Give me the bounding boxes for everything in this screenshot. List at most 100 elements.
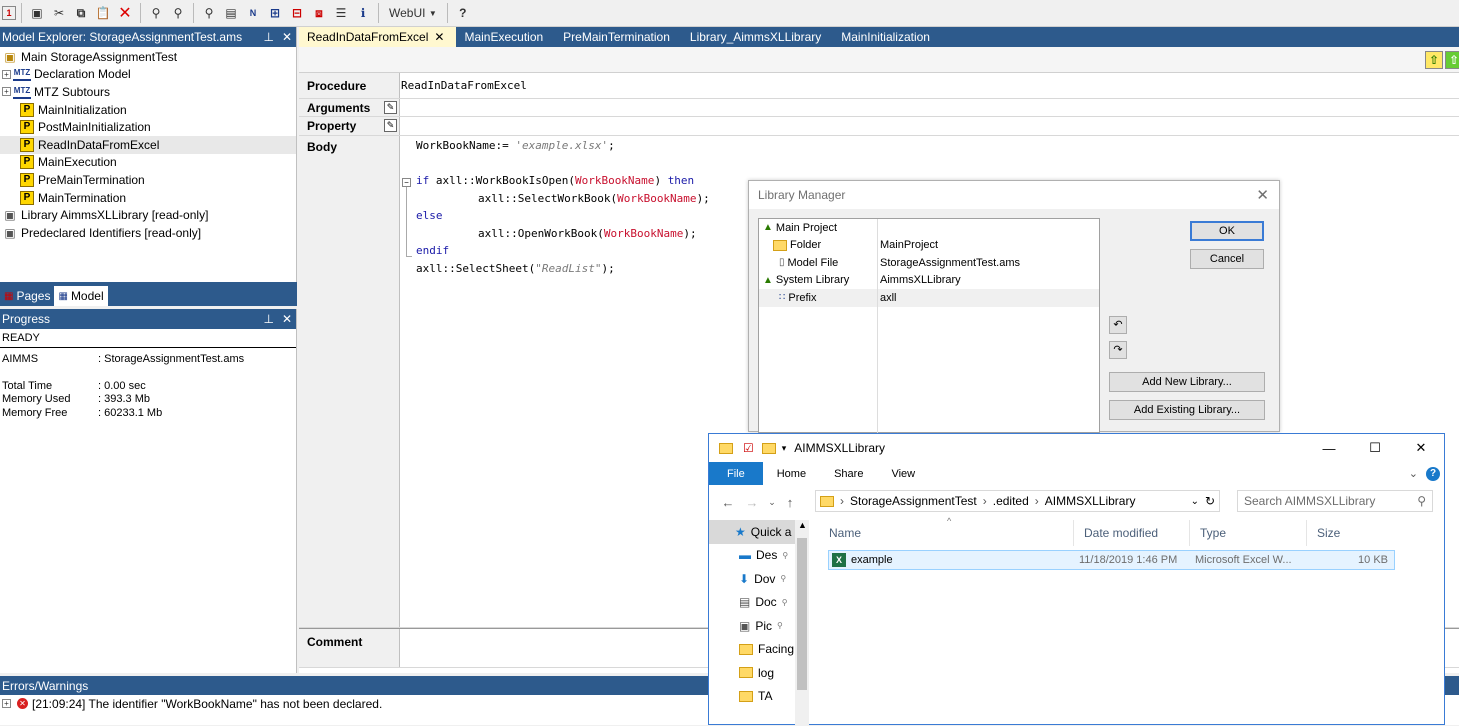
- nav-item[interactable]: TA: [709, 685, 809, 709]
- recent-icon[interactable]: ⌄: [763, 497, 781, 508]
- pin-icon[interactable]: ⊥: [263, 30, 273, 44]
- nav-item[interactable]: ▤ Doc ⚲: [709, 591, 809, 615]
- find-icon[interactable]: ⚲: [146, 3, 166, 23]
- redo-icon[interactable]: ↷: [1109, 341, 1127, 359]
- tree-item[interactable]: P ReadInDataFromExcel: [0, 135, 296, 154]
- undo-icon[interactable]: ↶: [1109, 316, 1127, 334]
- binoculars-icon[interactable]: ⚲: [199, 3, 219, 23]
- copy-icon[interactable]: ⧉: [71, 3, 91, 23]
- back-icon[interactable]: ←: [719, 495, 737, 510]
- close-tab-icon[interactable]: ✕: [434, 30, 444, 44]
- expand-icon[interactable]: +: [2, 69, 11, 79]
- nav-item[interactable]: ▣ Pic ⚲: [709, 614, 809, 638]
- cut-icon[interactable]: ✂: [49, 3, 69, 23]
- qat-dropdown-icon[interactable]: ▾: [782, 443, 787, 454]
- tree-item[interactable]: P PreMainTermination: [0, 171, 296, 189]
- find-next-icon[interactable]: ⚲: [168, 3, 188, 23]
- pin-icon[interactable]: ⚲: [782, 598, 788, 607]
- library-tree-row[interactable]: ∷ Prefix axll: [759, 289, 1099, 307]
- minimize-icon[interactable]: —: [1306, 434, 1352, 462]
- library-tree-row[interactable]: ▲ System Library AimmsXLLibrary: [759, 271, 1099, 289]
- nav-item[interactable]: log: [709, 661, 809, 685]
- library-tree[interactable]: ▲ Main Project Folder MainProject ▯ Model Fil…: [758, 218, 1100, 434]
- tree-item[interactable]: P PostMainInitialization: [0, 118, 296, 136]
- close-icon[interactable]: ✕: [1398, 434, 1444, 462]
- webui-dropdown[interactable]: WebUI ▼: [384, 3, 442, 23]
- expand-ribbon-icon[interactable]: ⌄: [1409, 467, 1418, 480]
- new-folder-icon[interactable]: [761, 442, 776, 454]
- collapse-icon[interactable]: −: [402, 178, 411, 187]
- edit-property-icon[interactable]: ✎: [384, 119, 397, 132]
- nav-item[interactable]: ★ Quick a: [709, 520, 809, 544]
- help-icon[interactable]: ?: [1426, 466, 1440, 481]
- file-row[interactable]: X example 11/18/2019 1:46 PM Microsoft E…: [828, 550, 1395, 570]
- tree-item[interactable]: P MainInitialization: [0, 101, 296, 119]
- breadcrumb-item[interactable]: AIMMSXLLibrary: [1045, 494, 1136, 508]
- tab-share[interactable]: Share: [820, 462, 877, 485]
- address-bar[interactable]: › StorageAssignmentTest › .edited › AIMM…: [815, 490, 1220, 512]
- pin-icon[interactable]: ⚲: [780, 574, 786, 583]
- pin-icon[interactable]: ⚲: [782, 551, 788, 560]
- tree-item[interactable]: ▣ Main StorageAssignmentTest: [0, 48, 296, 66]
- nav-item[interactable]: ⬇ Dov ⚲: [709, 567, 809, 591]
- column-type[interactable]: Type: [1190, 520, 1307, 546]
- library-tree-row[interactable]: ▲ Main Project: [759, 219, 1099, 237]
- tab-view[interactable]: View: [877, 462, 929, 485]
- nav-scrollbar[interactable]: ▲: [795, 520, 809, 726]
- editor-tab[interactable]: MainInitialization: [833, 27, 942, 47]
- tab-model[interactable]: ▦ Model: [54, 286, 108, 306]
- editor-tab[interactable]: Library_AimmsXLLibrary: [682, 27, 833, 47]
- up-icon[interactable]: ↑: [781, 495, 799, 510]
- tab-home[interactable]: Home: [763, 462, 820, 485]
- identifier-icon[interactable]: N: [243, 3, 263, 23]
- tab-pages[interactable]: ▦ Pages: [0, 286, 54, 306]
- info-icon[interactable]: ℹ: [353, 3, 373, 23]
- help-icon[interactable]: ?: [453, 3, 473, 23]
- delete-icon[interactable]: ✕: [115, 3, 135, 23]
- window-icon[interactable]: ⧈: [309, 3, 329, 23]
- pin-icon[interactable]: ⊥: [263, 312, 273, 326]
- pin-icon[interactable]: ⚲: [777, 621, 783, 630]
- wizard-icon[interactable]: ⊟: [287, 3, 307, 23]
- expand-icon[interactable]: +: [2, 87, 11, 97]
- close-icon[interactable]: ✕: [282, 312, 292, 326]
- breadcrumb-item[interactable]: StorageAssignmentTest: [850, 494, 977, 508]
- close-icon[interactable]: ✕: [282, 30, 292, 44]
- search-input[interactable]: Search AIMMSXLLibrary ⚲: [1237, 490, 1433, 512]
- editor-tab[interactable]: MainExecution: [456, 27, 555, 47]
- ok-button[interactable]: OK: [1190, 221, 1264, 241]
- column-size[interactable]: Size: [1307, 520, 1387, 546]
- tab-file[interactable]: File: [709, 462, 763, 485]
- tree-item[interactable]: ▣ Library AimmsXLLibrary [read-only]: [0, 206, 296, 224]
- library-tree-row[interactable]: ▯ Model File StorageAssignmentTest.ams: [759, 254, 1099, 272]
- nav-item[interactable]: ▬ Des ⚲: [709, 544, 809, 568]
- column-date-modified[interactable]: Date modified: [1074, 520, 1190, 546]
- settings-icon[interactable]: ☰: [331, 3, 351, 23]
- forward-icon[interactable]: →: [743, 495, 761, 510]
- properties-icon[interactable]: ▤: [221, 3, 241, 23]
- scroll-thumb[interactable]: [797, 538, 807, 690]
- edit-arguments-icon[interactable]: ✎: [384, 101, 397, 114]
- refresh-icon[interactable]: ↻: [1205, 494, 1215, 508]
- cancel-button[interactable]: Cancel: [1190, 249, 1264, 269]
- maximize-icon[interactable]: ☐: [1352, 434, 1398, 462]
- properties-icon[interactable]: ☑: [743, 441, 754, 455]
- tree-item[interactable]: P MainExecution: [0, 154, 296, 172]
- chevron-down-icon[interactable]: ⌄: [1191, 496, 1199, 507]
- scroll-up-icon[interactable]: ▲: [798, 520, 807, 530]
- save-icon[interactable]: ▣: [27, 3, 47, 23]
- app-icon[interactable]: 1: [2, 6, 16, 20]
- add-new-library-button[interactable]: Add New Library...: [1109, 372, 1265, 392]
- tree-item[interactable]: + MTZ MTZ Subtours: [0, 83, 296, 101]
- editor-tab[interactable]: ReadInDataFromExcel ✕: [299, 27, 457, 47]
- tree-item[interactable]: ▣ Predeclared Identifiers [read-only]: [0, 224, 296, 242]
- close-icon[interactable]: ✕: [1256, 186, 1269, 204]
- move-up-icon[interactable]: ⇧: [1425, 51, 1443, 69]
- nav-item[interactable]: Facing: [709, 638, 809, 662]
- move-up-green-icon[interactable]: ⇧: [1445, 51, 1459, 69]
- tree-item[interactable]: + MTZ Declaration Model: [0, 66, 296, 84]
- editor-tab[interactable]: PreMainTermination: [555, 27, 682, 47]
- procedure-name-field[interactable]: ReadInDataFromExcel: [400, 73, 527, 92]
- library-tree-row[interactable]: Folder MainProject: [759, 236, 1099, 254]
- expand-icon[interactable]: +: [2, 699, 11, 708]
